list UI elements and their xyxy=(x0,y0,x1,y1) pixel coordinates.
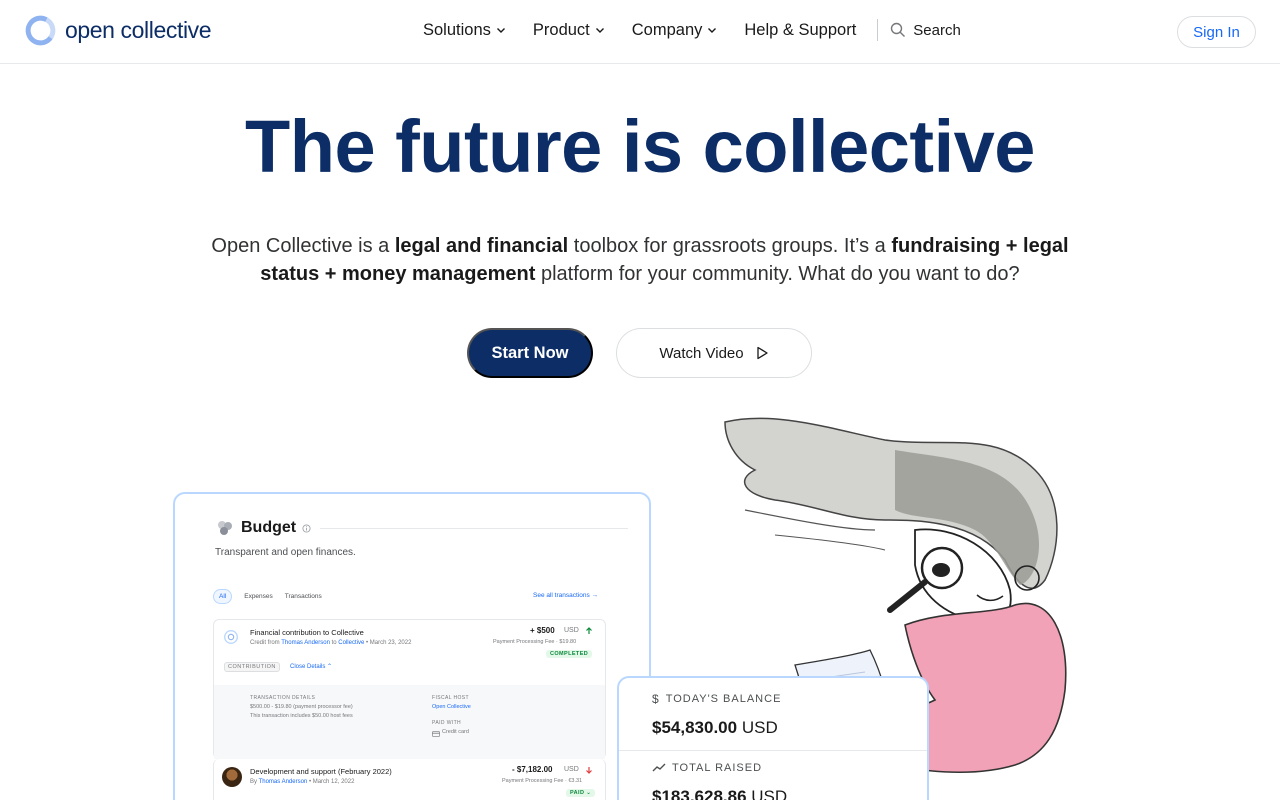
menu-label: Solutions xyxy=(423,20,491,39)
menu-help-support[interactable]: Help & Support xyxy=(744,21,856,40)
budget-title: Budget xyxy=(241,519,297,536)
raised-currency: USD xyxy=(751,787,788,800)
details-line: $500.00 - $19.80 (payment processor fee) xyxy=(250,704,353,710)
budget-subtitle: Transparent and open finances. xyxy=(215,547,356,558)
search-icon xyxy=(891,22,906,37)
meta-text: Credit from xyxy=(250,640,280,646)
balance-amount: $54,830.00 xyxy=(652,718,738,737)
search-button[interactable]: Search xyxy=(890,22,961,39)
transaction-currency: USD xyxy=(564,766,579,773)
watch-video-button[interactable]: Watch Video xyxy=(616,328,812,378)
budget-divider xyxy=(320,528,628,529)
transaction-details: TRANSACTION DETAILS $500.00 - $19.80 (pa… xyxy=(214,685,605,759)
todays-balance-value: $54,830.00 USD xyxy=(652,718,778,738)
see-all-transactions-link[interactable]: See all transactions → xyxy=(533,592,598,599)
details-line: This transaction includes $50.00 host fe… xyxy=(250,713,353,719)
meta-text: to xyxy=(331,640,337,646)
menu-label: Company xyxy=(631,20,703,39)
details-label: TRANSACTION DETAILS xyxy=(250,695,316,701)
chevron-down-icon xyxy=(496,28,505,33)
transaction-meta: By Thomas Anderson • March 12, 2022 xyxy=(250,779,354,785)
nav-divider xyxy=(877,19,879,41)
transaction-fee: Payment Processing Fee · €3.31 xyxy=(502,778,583,784)
fiscal-host-link[interactable]: Open Collective xyxy=(432,704,471,710)
info-icon xyxy=(302,523,311,533)
balance-card: $ TODAY'S BALANCE $54,830.00 USD TOTAL R… xyxy=(617,676,929,800)
budget-card: Budget Transparent and open finances. Al… xyxy=(173,492,651,800)
desc-bold: legal and financial xyxy=(394,235,569,257)
total-raised-label: TOTAL RAISED xyxy=(652,762,762,774)
start-now-button[interactable]: Start Now xyxy=(467,328,593,378)
tab-transactions[interactable]: Transactions xyxy=(285,593,322,600)
balance-label-text: TODAY'S BALANCE xyxy=(665,693,782,705)
dollar-icon: $ xyxy=(652,692,660,706)
sign-in-button[interactable]: Sign In xyxy=(1177,16,1256,48)
top-navbar: open collective Solutions Product Compan… xyxy=(0,0,1280,64)
todays-balance-label: $ TODAY'S BALANCE xyxy=(652,692,781,706)
meta-text: By xyxy=(250,779,258,785)
balance-divider xyxy=(619,750,927,751)
menu-label: Help & Support xyxy=(744,20,857,39)
user-link[interactable]: Thomas Anderson xyxy=(281,640,330,646)
close-details-link[interactable]: Close Details ⌃ xyxy=(290,663,332,670)
credit-card-icon xyxy=(432,731,440,737)
play-icon xyxy=(756,346,768,360)
transaction-item[interactable]: Financial contribution to Collective Cre… xyxy=(213,619,606,759)
trend-up-icon xyxy=(652,763,666,772)
menu-company[interactable]: Company xyxy=(632,21,718,40)
hero-title: The future is collective xyxy=(245,105,1035,188)
hero-description: Open Collective is a legal and financial… xyxy=(190,232,1090,288)
arrow-down-icon xyxy=(586,767,592,774)
transaction-item[interactable]: Development and support (February 2022) … xyxy=(213,759,606,800)
total-raised-value: $183,628.86 USD xyxy=(652,787,787,800)
tab-expenses[interactable]: Expenses xyxy=(244,593,273,600)
raised-amount: $183,628.86 xyxy=(652,787,747,800)
logo[interactable]: open collective xyxy=(24,14,212,47)
search-label: Search xyxy=(913,21,961,39)
chevron-down-icon xyxy=(708,28,717,33)
raised-label-text: TOTAL RAISED xyxy=(672,762,763,774)
avatar xyxy=(222,767,242,787)
status-badge: PAID ⌄ xyxy=(566,789,596,797)
desc-text: Open Collective is a xyxy=(211,235,395,257)
paid-with-value: Credit card xyxy=(442,729,469,735)
desc-text: platform for your community. What do you… xyxy=(535,263,1020,285)
status-badge: COMPLETED xyxy=(546,650,593,658)
menu-solutions[interactable]: Solutions xyxy=(423,21,506,40)
transaction-meta: Credit from Thomas Anderson to Collectiv… xyxy=(250,640,411,646)
meta-date: • March 12, 2022 xyxy=(308,779,355,785)
chevron-down-icon xyxy=(595,28,604,33)
desc-text: toolbox for grassroots groups. It’s a xyxy=(568,235,892,257)
open-collective-logo-icon xyxy=(25,15,56,46)
fiscal-host-label: FISCAL HOST xyxy=(432,695,469,701)
transaction-fee: Payment Processing Fee · $19.80 xyxy=(493,639,577,645)
logo-text: open collective xyxy=(65,17,212,43)
transaction-amount: - $7,182.00 xyxy=(512,765,553,774)
menu-product[interactable]: Product xyxy=(533,21,605,40)
tab-all[interactable]: All xyxy=(213,589,233,604)
transaction-amount: + $500 xyxy=(530,626,555,635)
paid-with-label: PAID WITH xyxy=(432,720,462,726)
watch-video-label: Watch Video xyxy=(659,344,744,362)
budget-icon xyxy=(218,521,232,535)
transaction-title: Financial contribution to Collective xyxy=(250,628,364,637)
arrow-up-icon xyxy=(586,627,592,634)
balance-currency: USD xyxy=(741,718,778,737)
transaction-title: Development and support (February 2022) xyxy=(250,767,392,776)
meta-date: • March 23, 2022 xyxy=(365,640,412,646)
transaction-tag: CONTRIBUTION xyxy=(224,662,280,672)
transaction-currency: USD xyxy=(564,627,579,634)
collective-logo-icon xyxy=(224,630,238,644)
collective-link[interactable]: Collective xyxy=(338,640,364,646)
menu-label: Product xyxy=(532,20,590,39)
budget-header: Budget xyxy=(215,518,311,538)
main-menu: Solutions Product Company Help & Support… xyxy=(423,19,961,41)
user-link[interactable]: Thomas Anderson xyxy=(259,779,308,785)
budget-tabs: All Expenses Transactions xyxy=(213,589,322,604)
